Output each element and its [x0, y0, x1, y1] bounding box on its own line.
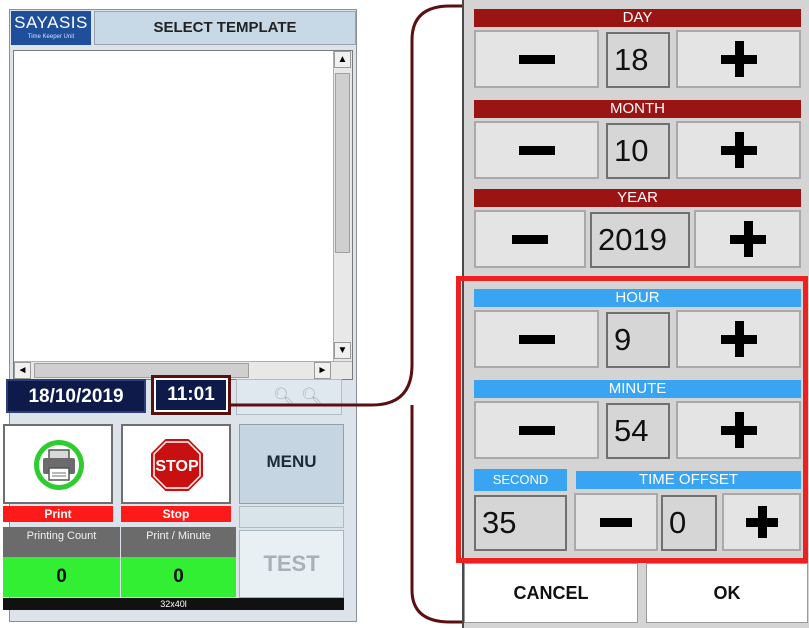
- test-button[interactable]: TEST: [239, 530, 344, 598]
- month-header: MONTH: [474, 100, 801, 118]
- printing-count-value: 0: [3, 557, 120, 597]
- year-value: 2019: [590, 212, 690, 268]
- vertical-scroll-thumb[interactable]: [335, 73, 350, 253]
- menu-button[interactable]: MENU: [239, 424, 344, 504]
- minus-icon: [518, 55, 555, 64]
- stop-sign-text: STOP: [155, 458, 199, 475]
- month-decrement-button[interactable]: [474, 121, 599, 179]
- stop-sign-icon: STOP: [149, 437, 205, 493]
- month-increment-button[interactable]: [676, 121, 801, 179]
- scroll-up-button[interactable]: ▲: [334, 51, 351, 68]
- day-decrement-button[interactable]: [474, 30, 599, 88]
- minus-icon: [518, 146, 555, 155]
- zoom-controls: 🔍︎ 🔍︎: [236, 379, 342, 415]
- scroll-left-button[interactable]: ◄: [14, 362, 31, 379]
- print-label: Print: [3, 506, 113, 522]
- cancel-button[interactable]: CANCEL: [464, 563, 638, 623]
- year-header: YEAR: [474, 189, 801, 207]
- printer-icon: [34, 440, 84, 490]
- time-display[interactable]: 11:01: [156, 380, 226, 410]
- print-per-minute-label: Print / Minute: [121, 527, 236, 557]
- scroll-right-button[interactable]: ►: [314, 362, 331, 379]
- scroll-down-button[interactable]: ▼: [334, 342, 351, 359]
- month-value: 10: [606, 123, 670, 179]
- page-title: SELECT TEMPLATE: [94, 11, 356, 45]
- template-list[interactable]: ▲ ▼ ◄ ►: [13, 50, 353, 380]
- stop-button[interactable]: STOP: [121, 424, 231, 504]
- minus-icon: [512, 235, 548, 244]
- stop-label: Stop: [121, 506, 231, 522]
- date-display[interactable]: 18/10/2019: [6, 379, 146, 413]
- zoom-out-icon[interactable]: 🔍︎: [301, 380, 323, 414]
- year-decrement-button[interactable]: [474, 210, 586, 268]
- year-increment-button[interactable]: [694, 210, 801, 268]
- sayasis-logo: SAYASIS Time Keeper Unit: [11, 11, 91, 45]
- print-button[interactable]: [3, 424, 113, 504]
- day-value: 18: [606, 32, 670, 88]
- print-per-minute-value: 0: [121, 557, 236, 597]
- time-fields-highlight: [456, 276, 808, 563]
- logo-tagline: Time Keeper Unit: [27, 34, 75, 40]
- logo-brand: SAYASIS: [14, 13, 88, 32]
- vertical-scrollbar[interactable]: ▲ ▼: [333, 51, 352, 361]
- menu-spacer: [239, 506, 344, 528]
- printing-count-label: Printing Count: [3, 527, 120, 557]
- status-bar: 32x40l: [3, 598, 344, 610]
- ok-button[interactable]: OK: [646, 563, 808, 623]
- day-header: DAY: [474, 9, 801, 27]
- day-increment-button[interactable]: [676, 30, 801, 88]
- zoom-in-icon[interactable]: 🔍︎: [273, 380, 295, 414]
